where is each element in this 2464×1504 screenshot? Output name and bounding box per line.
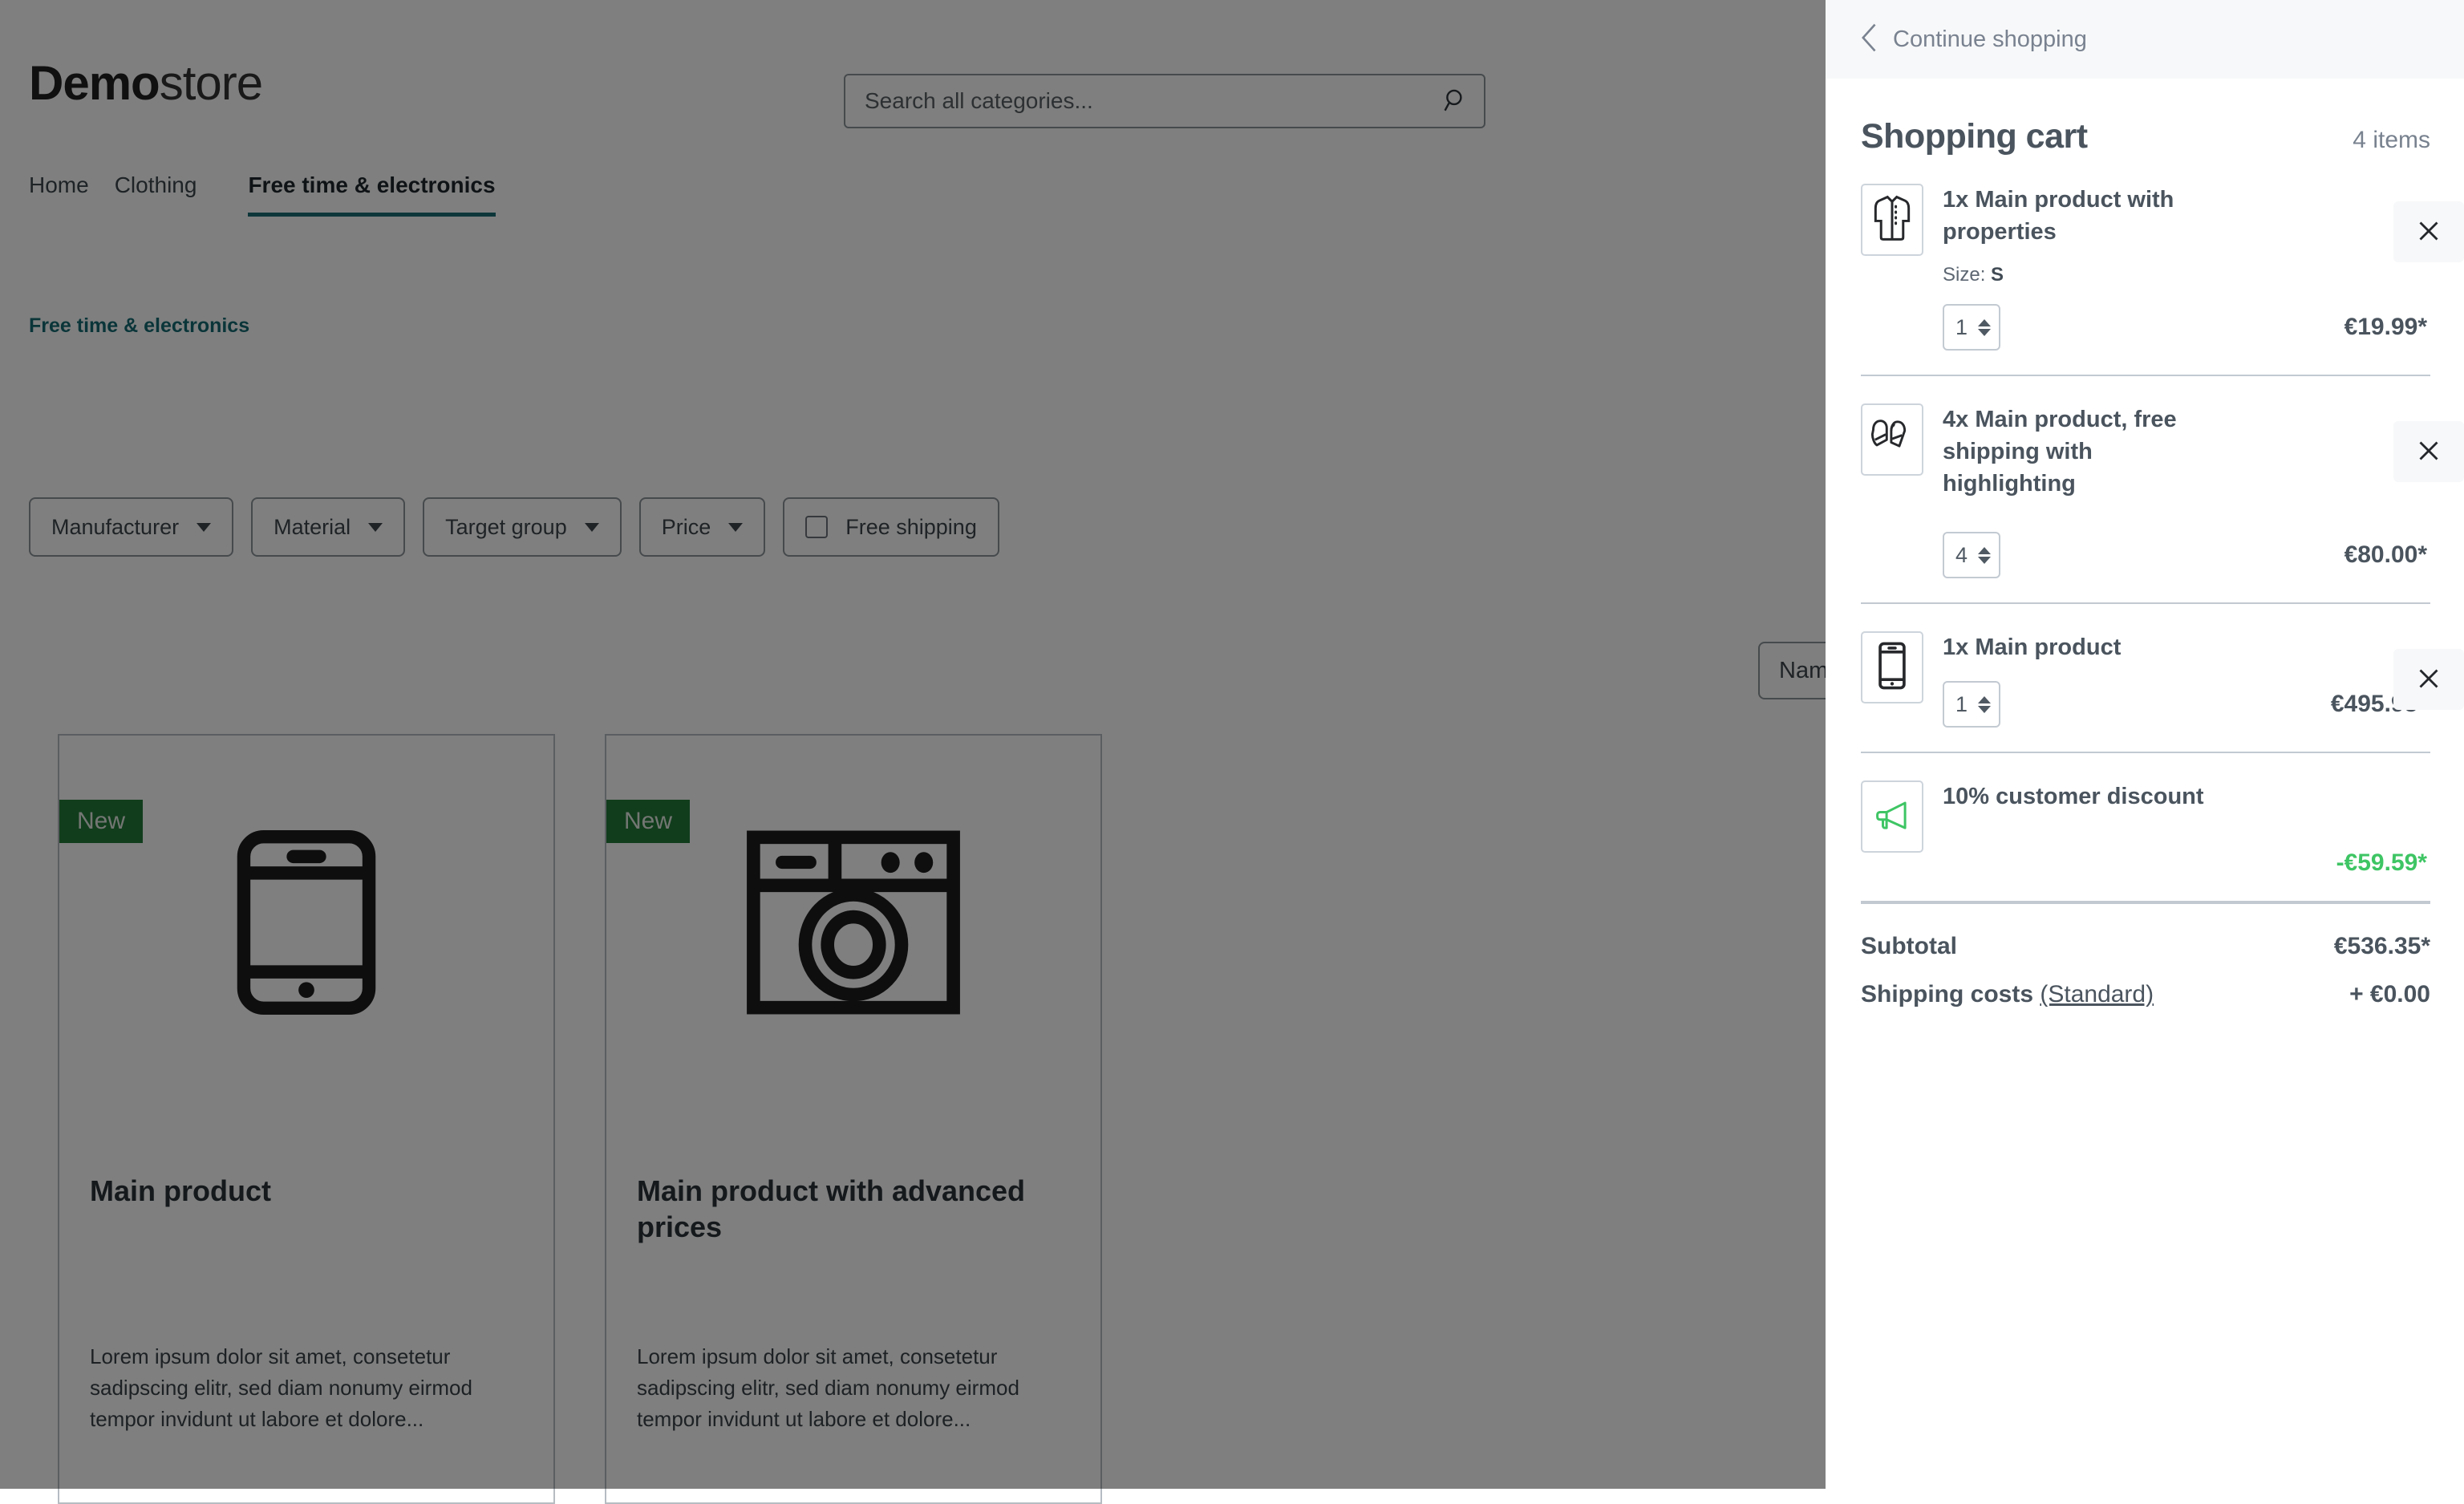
continue-shopping-label: Continue shopping	[1893, 26, 2087, 53]
quantity-stepper[interactable]: 1	[1943, 681, 2000, 728]
cart-item-list: 1x Main product with properties Size: S …	[1826, 156, 2464, 902]
cart-item-name: 10% customer discount	[1943, 780, 2207, 813]
cart-item-name[interactable]: 1x Main product	[1943, 631, 2207, 663]
cart-line-item-body: 1x Main product with properties Size: S …	[1923, 184, 2430, 375]
cart-item-price: -€59.59*	[1943, 849, 2430, 877]
cart-item-property-label: Size:	[1943, 264, 1985, 286]
close-icon	[2417, 439, 2441, 465]
page-title: Shopping cart	[1861, 117, 2088, 156]
product-thumbnail[interactable]	[1861, 631, 1923, 703]
product-thumbnail[interactable]	[1861, 184, 1923, 256]
shipping-costs-value: + €0.00	[2349, 981, 2430, 1008]
summary-row-subtotal: Subtotal €536.35*	[1861, 933, 2430, 960]
continue-shopping-button[interactable]: Continue shopping	[1826, 0, 2464, 79]
shipping-costs-text: Shipping costs	[1861, 981, 2033, 1007]
remove-item-button[interactable]	[2393, 421, 2464, 482]
cart-item-controls: 1 €19.99*	[1943, 304, 2430, 351]
cart-item-property-value: S	[1991, 264, 2004, 286]
cart-line-item-body: 10% customer discount -€59.59*	[1923, 780, 2430, 901]
cart-line-item: 4x Main product, free shipping with high…	[1861, 376, 2430, 604]
discount-thumbnail	[1861, 780, 1923, 853]
smartphone-icon	[1875, 641, 1909, 695]
quantity-stepper[interactable]: 4	[1943, 532, 2000, 578]
cart-item-controls: 1 €495.95*	[1943, 681, 2430, 728]
cart-line-item: 1x Main product 1 €495.95*	[1861, 604, 2430, 753]
close-icon	[2417, 219, 2441, 245]
quantity-stepper[interactable]: 1	[1943, 304, 2000, 351]
cart-item-price: €80.00*	[2344, 541, 2430, 569]
jacket-icon	[1871, 193, 1913, 247]
chevron-left-icon	[1861, 23, 1878, 56]
shopping-cart-offcanvas: Continue shopping Shopping cart 4 items	[1826, 0, 2464, 1489]
cart-line-item-body: 4x Main product, free shipping with high…	[1923, 403, 2430, 602]
quantity-value: 4	[1955, 543, 1968, 568]
cart-item-name[interactable]: 1x Main product with properties	[1943, 184, 2207, 248]
cart-line-item-body: 1x Main product 1 €495.95*	[1923, 631, 2430, 752]
shipping-costs-label: Shipping costs (Standard)	[1861, 981, 2154, 1008]
cart-item-controls: 4 €80.00*	[1943, 532, 2430, 578]
spinner-arrows-icon[interactable]	[1978, 696, 1991, 713]
cart-item-property: Size: S	[1943, 264, 2430, 286]
cart-summary: Subtotal €536.35* Shipping costs (Standa…	[1861, 902, 2430, 1008]
remove-item-button[interactable]	[2393, 201, 2464, 262]
mittens-icon	[1870, 418, 1915, 462]
cart-item-price: €19.99*	[2344, 314, 2430, 341]
close-icon	[2417, 667, 2441, 693]
summary-row-shipping: Shipping costs (Standard) + €0.00	[1861, 981, 2430, 1008]
cart-line-item-discount: 10% customer discount -€59.59*	[1861, 753, 2430, 902]
subtotal-label: Subtotal	[1861, 933, 1957, 960]
spinner-arrows-icon[interactable]	[1978, 547, 1991, 564]
cart-header: Shopping cart 4 items	[1826, 79, 2464, 156]
subtotal-value: €536.35*	[2334, 933, 2430, 960]
megaphone-icon	[1874, 799, 1911, 835]
cart-item-count: 4 items	[2353, 127, 2430, 154]
remove-item-button[interactable]	[2393, 649, 2464, 710]
cart-line-item: 1x Main product with properties Size: S …	[1861, 156, 2430, 376]
product-thumbnail[interactable]	[1861, 403, 1923, 476]
quantity-value: 1	[1955, 692, 1968, 717]
quantity-value: 1	[1955, 315, 1968, 340]
offcanvas-backdrop[interactable]	[0, 0, 1826, 1489]
spinner-arrows-icon[interactable]	[1978, 319, 1991, 336]
cart-item-name[interactable]: 4x Main product, free shipping with high…	[1943, 403, 2207, 500]
shipping-method-link[interactable]: (Standard)	[2040, 981, 2154, 1007]
